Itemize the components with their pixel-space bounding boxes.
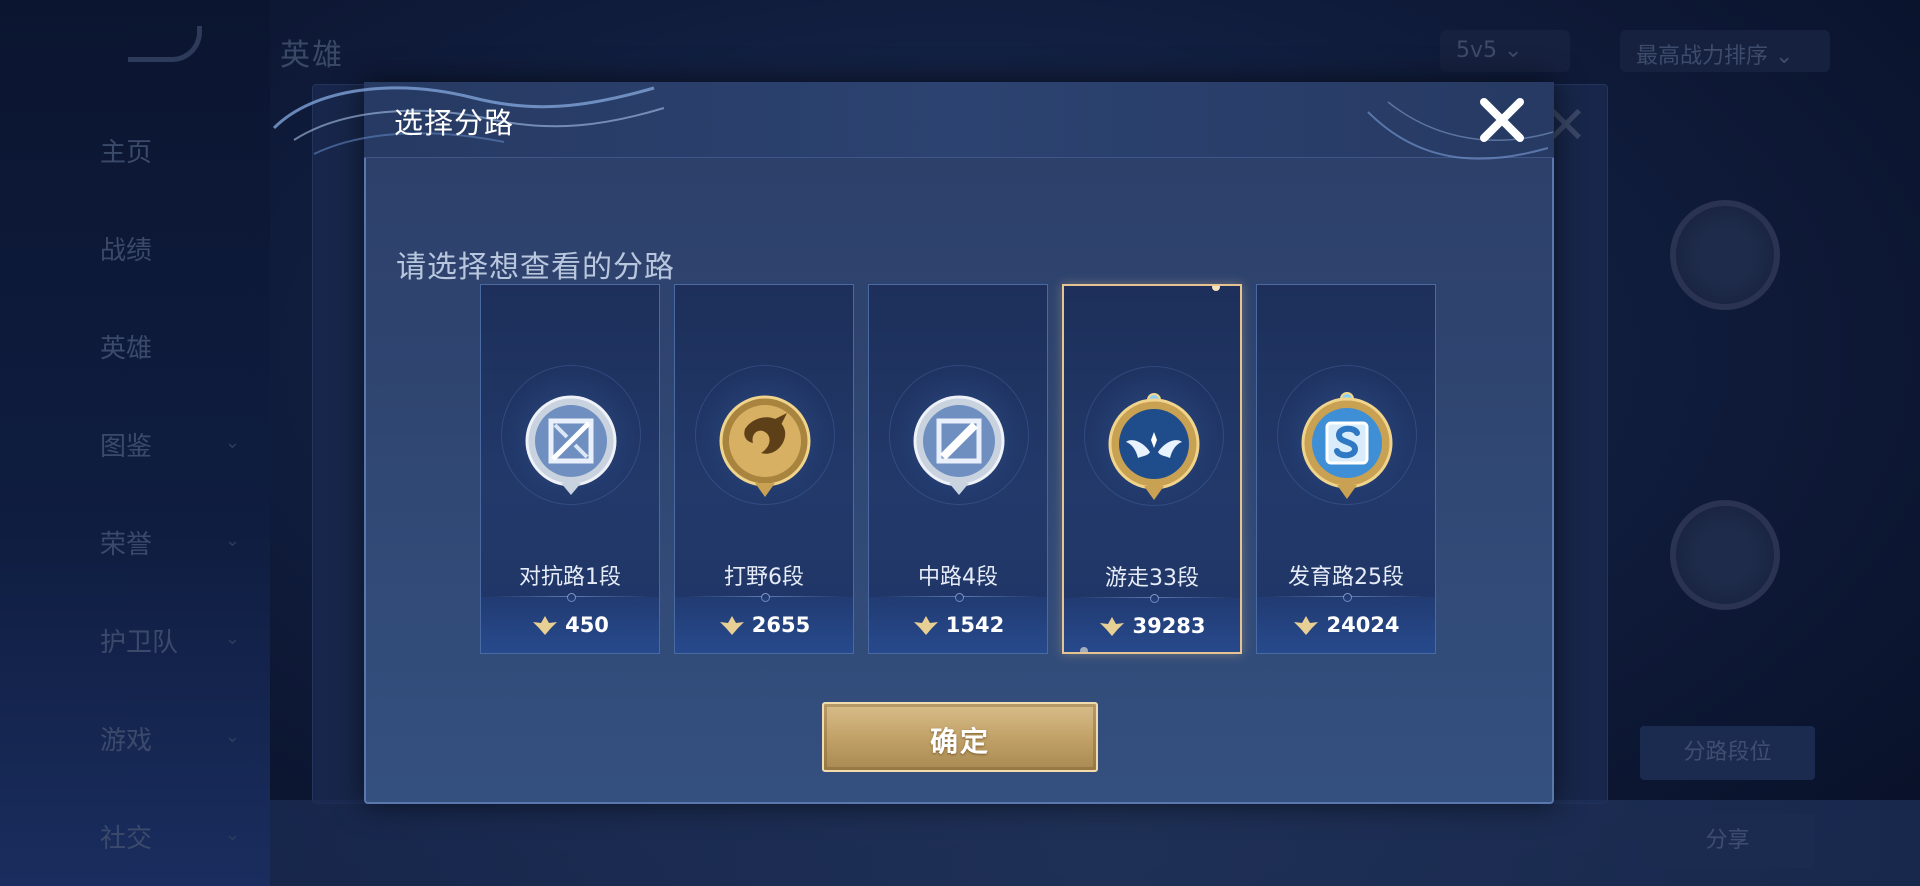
bg-nav-item-guard: 护卫队 ⌄ [100, 628, 240, 658]
power-points-icon [719, 616, 744, 635]
lane-card-mid[interactable]: 中路4段 1542 [868, 284, 1048, 654]
bg-lane-rank-button: 分路段位 [1640, 726, 1815, 780]
close-button[interactable] [1474, 92, 1530, 148]
lane-card-clash[interactable]: 对抗路1段 450 [480, 284, 660, 654]
lane-points: 39283 [1064, 614, 1240, 638]
bg-nav-item-atlas: 图鉴 ⌄ [100, 432, 240, 462]
lane-card-list: 对抗路1段 450 打野6段 2655 中路4段 1542 游走33段 3928… [480, 284, 1440, 654]
close-icon [1480, 98, 1524, 142]
lane-select-dialog: 选择分路 请选择想查看的分路 对抗路1段 450 打野6段 2655 中路4段 … [272, 82, 1554, 804]
bg-right-column: 分路段位 分享 [1630, 100, 1840, 880]
bg-page-title: 英雄 [280, 38, 344, 73]
lane-card-roam[interactable]: 游走33段 39283 [1062, 284, 1242, 654]
bg-mode-select: 5v5 ⌄ [1440, 30, 1570, 72]
dialog-header: 选择分路 [272, 82, 1554, 160]
lane-name: 打野6段 [724, 565, 804, 590]
lane-prompt-text: 请选择想查看的分路 [396, 250, 675, 285]
bg-nav-item-honor: 荣誉 ⌄ [100, 530, 240, 560]
roam-wings-emblem-icon [1108, 393, 1200, 500]
lane-card-jungle[interactable]: 打野6段 2655 [674, 284, 854, 654]
clash-lane-emblem-icon [525, 395, 617, 495]
mid-lane-emblem-icon [913, 395, 1005, 495]
lane-points: 2655 [675, 613, 853, 637]
dialog-title: 选择分路 [394, 106, 515, 140]
bg-nav-item-record: 战绩 [100, 236, 153, 266]
power-points-icon [1100, 617, 1125, 636]
power-points-icon [913, 616, 938, 635]
confirm-button[interactable]: 确定 [822, 702, 1098, 772]
bg-sort-select: 最高战力排序 ⌄ [1620, 30, 1830, 72]
lane-card-farm[interactable]: 发育路25段 24024 [1256, 284, 1436, 654]
confirm-button-label: 确定 [929, 725, 990, 758]
lane-points: 450 [481, 613, 659, 637]
selection-corner-dot [1212, 286, 1220, 291]
lane-points: 24024 [1257, 613, 1435, 637]
lane-name: 对抗路1段 [519, 565, 621, 590]
bg-nav-item-home: 主页 [100, 138, 153, 168]
jungle-dragon-emblem-icon [719, 395, 811, 497]
bg-share-button: 分享 [1640, 814, 1815, 868]
lane-name: 中路4段 [918, 565, 998, 590]
back-logo-icon [128, 26, 202, 62]
power-points-icon [533, 616, 558, 635]
bg-rank-icon [1670, 200, 1780, 310]
background-sidebar: 主页 战绩 英雄 图鉴 ⌄ 荣誉 ⌄ 护卫队 ⌄ 游戏 ⌄ 社交 ⌄ [0, 0, 270, 886]
bg-nav-item-social: 社交 ⌄ [100, 824, 240, 854]
bg-nav-item-game: 游戏 ⌄ [100, 726, 240, 756]
bg-nav-item-hero: 英雄 [100, 334, 153, 364]
power-points-icon [1294, 616, 1319, 635]
farm-lane-emblem-icon [1301, 392, 1393, 499]
bg-rank-icon [1670, 500, 1780, 610]
lane-name: 游走33段 [1105, 566, 1199, 591]
lane-points: 1542 [869, 613, 1047, 637]
lane-name: 发育路25段 [1288, 565, 1404, 590]
